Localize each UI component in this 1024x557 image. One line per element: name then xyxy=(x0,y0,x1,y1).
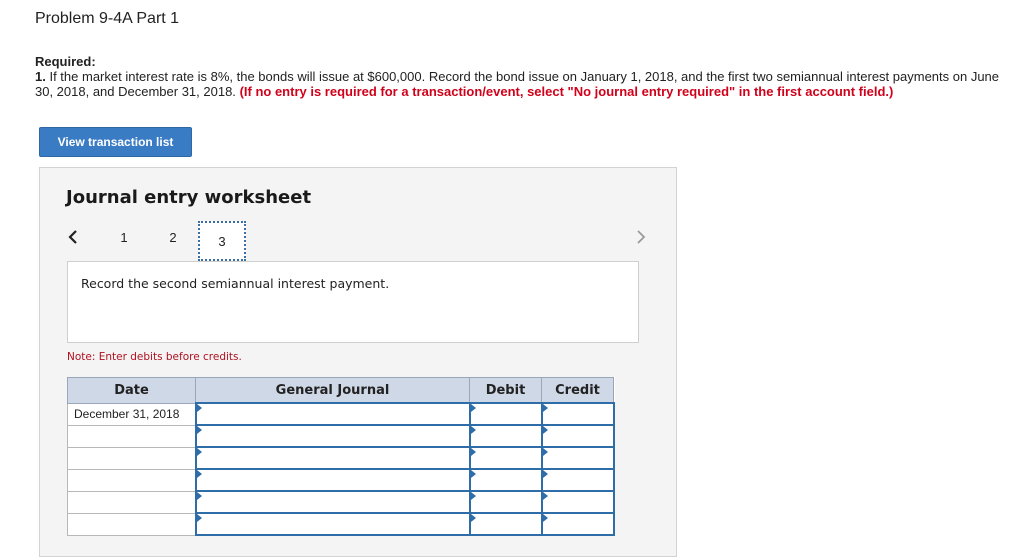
debit-column-header: Debit xyxy=(469,377,542,404)
date-cell: December 31, 2018 xyxy=(67,402,196,426)
prev-page-icon[interactable] xyxy=(66,228,82,248)
instruction-note: (If no entry is required for a transacti… xyxy=(239,84,894,99)
date-cell xyxy=(67,446,196,470)
account-field[interactable] xyxy=(194,468,471,492)
debit-field[interactable] xyxy=(468,424,543,448)
date-cell xyxy=(67,490,196,514)
date-cell xyxy=(67,512,196,536)
journal-entry-worksheet: Journal entry worksheet 1 2 3 Record the… xyxy=(39,167,677,557)
account-field[interactable] xyxy=(194,512,471,536)
problem-title: Problem 9-4A Part 1 xyxy=(35,10,180,27)
table-row xyxy=(67,446,615,470)
debit-field[interactable] xyxy=(468,490,543,514)
credit-field[interactable] xyxy=(540,490,615,514)
table-row: December 31, 2018 xyxy=(67,402,615,426)
table-header-row: Date General Journal Debit Credit xyxy=(67,377,614,404)
debit-field[interactable] xyxy=(468,468,543,492)
table-row xyxy=(67,512,615,536)
account-field[interactable] xyxy=(194,490,471,514)
transaction-description: Record the second semiannual interest pa… xyxy=(67,261,639,343)
instruction-number: 1. xyxy=(35,69,46,84)
debit-field[interactable] xyxy=(468,446,543,470)
credit-column-header: Credit xyxy=(541,377,614,404)
table-row xyxy=(67,468,615,492)
required-label: Required: xyxy=(35,54,96,69)
page-2[interactable]: 2 xyxy=(163,230,183,245)
debit-field[interactable] xyxy=(468,402,543,426)
credit-field[interactable] xyxy=(540,468,615,492)
page-1[interactable]: 1 xyxy=(114,230,134,245)
worksheet-title: Journal entry worksheet xyxy=(66,187,312,208)
page-3-current[interactable]: 3 xyxy=(198,221,246,261)
debits-note: Note: Enter debits before credits. xyxy=(67,351,242,363)
date-cell xyxy=(67,424,196,448)
credit-field[interactable] xyxy=(540,512,615,536)
account-field[interactable] xyxy=(194,446,471,470)
table-row xyxy=(67,490,615,514)
table-row xyxy=(67,424,615,448)
credit-field[interactable] xyxy=(540,446,615,470)
debit-field[interactable] xyxy=(468,512,543,536)
credit-field[interactable] xyxy=(540,424,615,448)
general-journal-column-header: General Journal xyxy=(195,377,470,404)
journal-table: Date General Journal Debit Credit Decemb… xyxy=(67,377,615,536)
instructions: 1. If the market interest rate is 8%, th… xyxy=(35,69,1015,99)
next-page-icon[interactable] xyxy=(634,228,650,248)
account-field[interactable] xyxy=(194,402,471,426)
date-column-header: Date xyxy=(67,377,196,404)
account-field[interactable] xyxy=(194,424,471,448)
view-transaction-list-button[interactable]: View transaction list xyxy=(39,127,192,157)
credit-field[interactable] xyxy=(540,402,615,426)
date-cell xyxy=(67,468,196,492)
